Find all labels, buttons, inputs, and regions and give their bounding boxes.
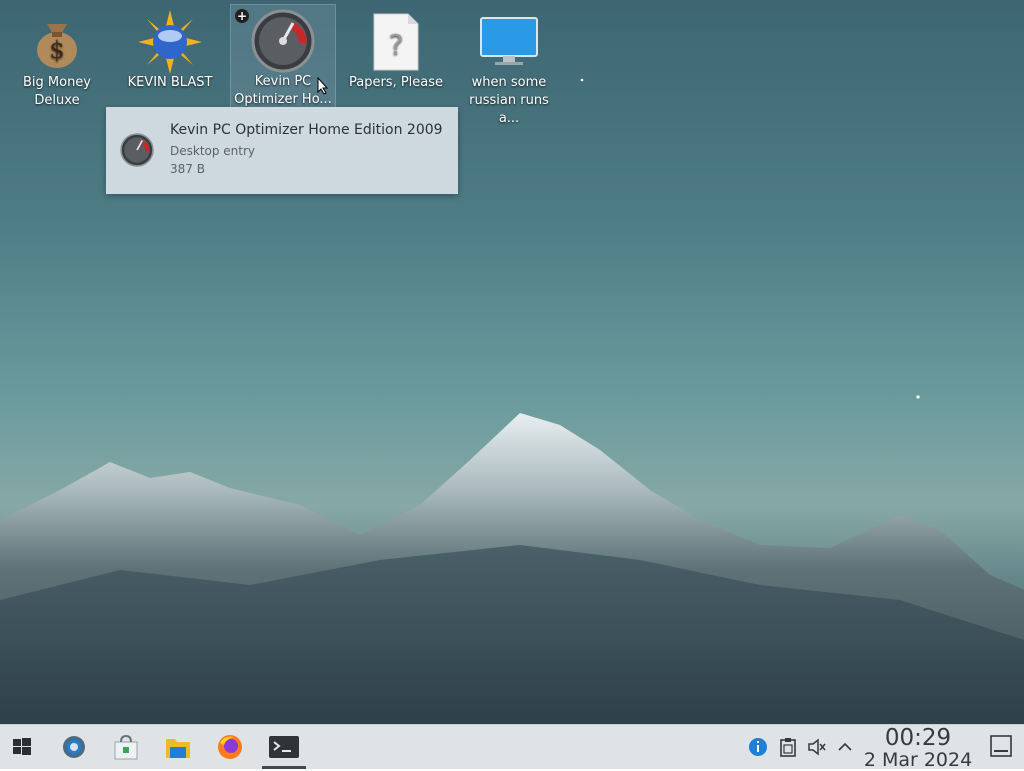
desktop-icon-big-money-deluxe[interactable]: $ Big Money Deluxe [5, 6, 109, 112]
unknown-file-icon: ? [373, 13, 419, 71]
desktop-icon-label: KEVIN BLAST [127, 75, 213, 90]
add-selection-icon[interactable]: + [235, 9, 249, 23]
svg-text:?: ? [389, 28, 404, 61]
terminal-icon [269, 736, 299, 758]
tooltip-file-type: Desktop entry [170, 144, 256, 158]
windows-logo-icon [13, 738, 31, 755]
terminal-button[interactable] [262, 729, 306, 769]
desktop-icon-kevin-pc-optimizer[interactable]: + Kevin PC Optimizer Ho... [230, 4, 336, 112]
money-bag-icon: $ [37, 24, 77, 68]
desktop-icon-kevin-blast[interactable]: KEVIN BLAST [118, 6, 222, 112]
folder-icon [166, 739, 190, 758]
desktop-icon-label: Big Money Deluxe [22, 75, 91, 108]
file-info-tooltip: Kevin PC Optimizer Home Edition 2009 Des… [106, 107, 458, 194]
digital-clock[interactable]: 00:29 2 Mar 2024 [862, 725, 974, 771]
speedometer-icon [120, 133, 154, 167]
svg-text:$: $ [49, 36, 64, 64]
info-icon[interactable] [748, 737, 768, 757]
desktop-icon-papers-please[interactable]: ? Papers, Please [344, 6, 448, 112]
store-bag-icon [114, 734, 138, 760]
sun-globe-icon [138, 10, 202, 74]
clock-time: 00:29 [884, 725, 952, 751]
taskbar: 00:29 2 Mar 2024 [0, 724, 1024, 771]
clock-date: 2 Mar 2024 [863, 749, 973, 771]
speedometer-icon [251, 9, 315, 73]
monitor-icon [480, 17, 538, 65]
tooltip-title: Kevin PC Optimizer Home Edition 2009 [170, 122, 443, 138]
firefox-button[interactable] [210, 729, 250, 765]
desktop[interactable]: $ Big Money Deluxe KEVIN BLAST + Kevin P… [0, 0, 1024, 724]
settings-gear-icon [63, 736, 85, 758]
desktop-icon-label: when some russian runs a... [469, 75, 549, 126]
tooltip-file-size: 387 B [170, 162, 205, 176]
system-settings-button[interactable] [54, 729, 94, 765]
clipboard-icon[interactable] [778, 737, 798, 757]
desktop-icon-label: Papers, Please [348, 75, 444, 90]
start-menu-button[interactable] [2, 729, 42, 765]
show-desktop-icon[interactable] [990, 735, 1012, 757]
volume-muted-icon[interactable] [807, 737, 827, 757]
firefox-icon [218, 735, 242, 759]
desktop-icon-when-some-russian[interactable]: when some russian runs a... [457, 6, 561, 126]
file-manager-button[interactable] [158, 729, 198, 765]
mouse-cursor-icon [317, 77, 329, 95]
software-store-button[interactable] [106, 729, 146, 765]
chevron-up-icon[interactable] [835, 737, 855, 757]
